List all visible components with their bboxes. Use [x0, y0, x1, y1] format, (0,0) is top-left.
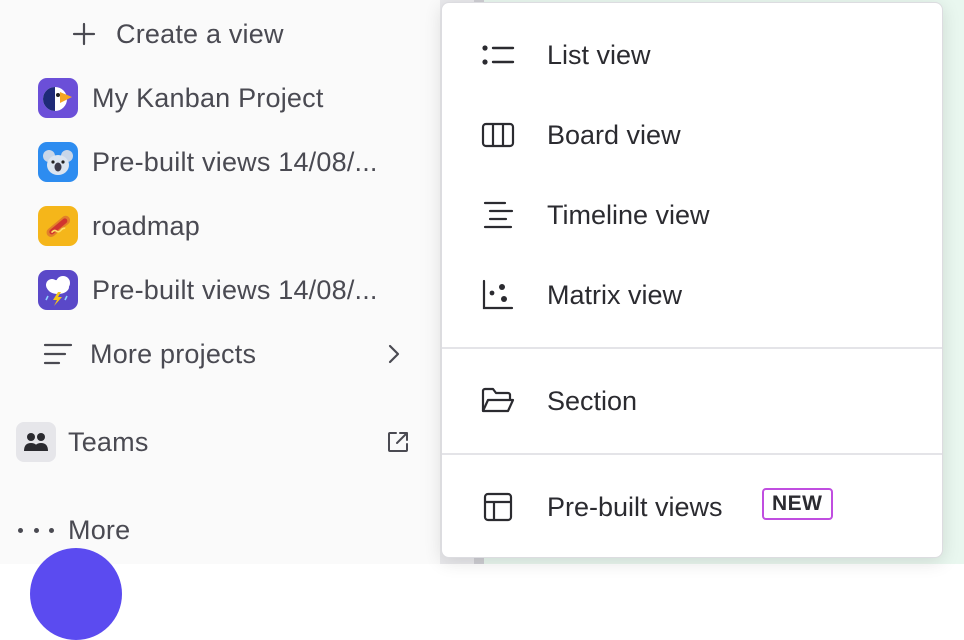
- more-dots-icon: [18, 527, 54, 533]
- menu-item-board-view[interactable]: Board view: [442, 99, 942, 171]
- external-link-icon[interactable]: [386, 430, 410, 459]
- folder-open-icon: [480, 383, 516, 419]
- hotdog-icon: [38, 206, 78, 246]
- create-view-menu: List view Board view Timeline view Matri…: [441, 2, 943, 558]
- new-badge: NEW: [762, 488, 833, 520]
- sidebar-project-prebuilt-1[interactable]: Pre-built views 14/08/...: [38, 138, 428, 186]
- timeline-icon: [480, 197, 516, 233]
- menu-item-prebuilt-views[interactable]: Pre-built views NEW: [442, 471, 942, 543]
- menu-item-label: Section: [547, 385, 638, 416]
- menu-item-label: List view: [547, 39, 651, 70]
- more-label: More: [68, 514, 131, 545]
- menu-divider: [442, 347, 942, 349]
- sidebar: Create a view My Kanban Project Pre-buil: [0, 0, 440, 640]
- toucan-icon: [38, 78, 78, 118]
- sidebar-project-my-kanban[interactable]: My Kanban Project: [38, 74, 428, 122]
- menu-item-label: Pre-built views: [547, 491, 723, 522]
- menu-item-section[interactable]: Section: [442, 365, 942, 437]
- menu-divider: [442, 453, 942, 455]
- koala-icon: [38, 142, 78, 182]
- matrix-icon: [480, 277, 516, 313]
- create-view-label: Create a view: [116, 18, 284, 49]
- layout-icon: [480, 489, 516, 525]
- team-icon: [16, 422, 56, 462]
- sidebar-project-prebuilt-2[interactable]: Pre-built views 14/08/...: [38, 266, 428, 314]
- more-projects-button[interactable]: More projects: [40, 330, 420, 378]
- chevron-right-icon: [384, 342, 404, 371]
- storm-cloud-icon: [38, 270, 78, 310]
- list-icon: [480, 37, 516, 73]
- sidebar-project-roadmap[interactable]: roadmap: [38, 202, 428, 250]
- project-label: Pre-built views 14/08/...: [92, 146, 378, 177]
- project-label: Pre-built views 14/08/...: [92, 274, 378, 305]
- project-label: My Kanban Project: [92, 82, 324, 113]
- more-projects-label: More projects: [90, 338, 257, 369]
- teams-label: Teams: [68, 426, 149, 457]
- menu-item-label: Board view: [547, 119, 681, 150]
- menu-item-label: Timeline view: [547, 199, 710, 230]
- menu-item-list-view[interactable]: List view: [442, 19, 942, 91]
- board-icon: [480, 117, 516, 153]
- menu-item-label: Matrix view: [547, 279, 683, 310]
- more-button[interactable]: More: [18, 506, 318, 554]
- menu-item-timeline-view[interactable]: Timeline view: [442, 179, 942, 251]
- plus-icon: [66, 16, 102, 52]
- floating-action-button[interactable]: [30, 548, 122, 640]
- menu-lines-icon: [40, 336, 76, 372]
- create-view-button[interactable]: Create a view: [66, 10, 426, 58]
- menu-item-matrix-view[interactable]: Matrix view: [442, 259, 942, 331]
- teams-link[interactable]: Teams: [16, 418, 416, 466]
- project-label: roadmap: [92, 210, 200, 241]
